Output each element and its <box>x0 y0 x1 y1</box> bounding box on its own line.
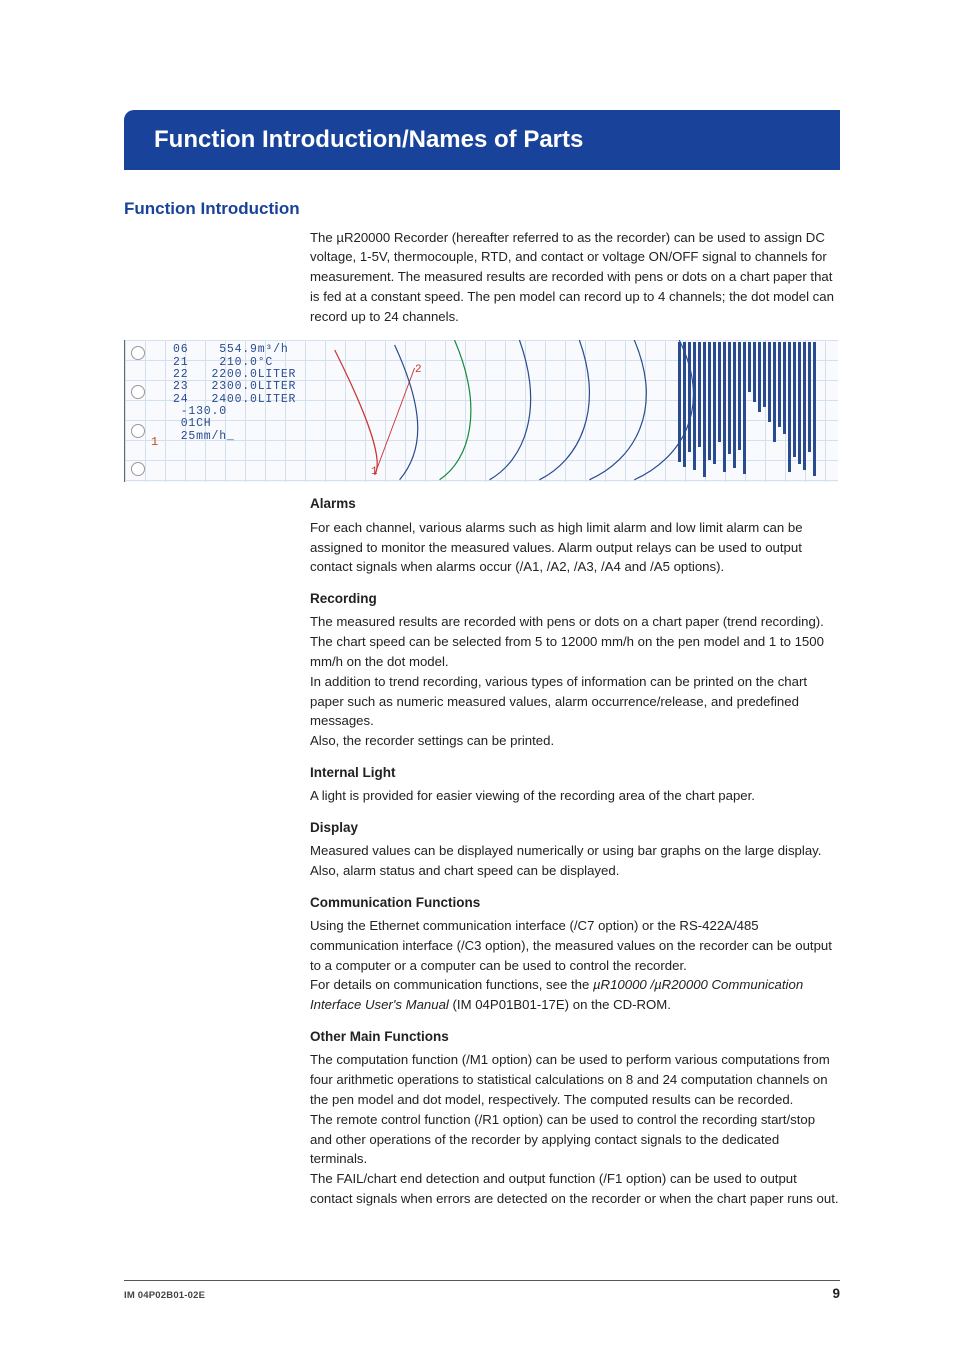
section-other-main-functions: Other Main Functions The computation fun… <box>310 1027 840 1209</box>
heading-display: Display <box>310 818 840 838</box>
heading-recording: Recording <box>310 589 840 609</box>
body-text: Using the Ethernet communication interfa… <box>310 916 840 975</box>
heading-other-main-functions: Other Main Functions <box>310 1027 840 1047</box>
section-recording: Recording The measured results are recor… <box>310 589 840 751</box>
heading-communication-functions: Communication Functions <box>310 893 840 913</box>
body-text: The measured results are recorded with p… <box>310 612 840 671</box>
page: Function Introduction/Names of Parts Fun… <box>0 0 954 1350</box>
body-text: Measured values can be displayed numeric… <box>310 841 840 881</box>
page-title-banner: Function Introduction/Names of Parts <box>124 110 840 170</box>
section-display: Display Measured values can be displayed… <box>310 818 840 881</box>
text-run: (IM 04P01B01-17E) on the CD-ROM. <box>449 997 671 1012</box>
heading-alarms: Alarms <box>310 494 840 514</box>
body-text: In addition to trend recording, various … <box>310 672 840 731</box>
body-text: For details on communication functions, … <box>310 975 840 1015</box>
body-text: The computation function (/M1 option) ca… <box>310 1050 840 1109</box>
section-communication-functions: Communication Functions Using the Ethern… <box>310 893 840 1015</box>
recorded-bars-icon <box>678 342 838 482</box>
body-text: The remote control function (/R1 option)… <box>310 1110 840 1169</box>
section-internal-light: Internal Light A light is provided for e… <box>310 763 840 806</box>
body-text: A light is provided for easier viewing o… <box>310 786 840 806</box>
heading-internal-light: Internal Light <box>310 763 840 783</box>
intro-paragraph: The µR20000 Recorder (hereafter referred… <box>310 228 840 327</box>
section-heading-function-introduction: Function Introduction <box>124 196 840 222</box>
text-run: For details on communication functions, … <box>310 977 593 992</box>
section-alarms: Alarms For each channel, various alarms … <box>310 494 840 577</box>
page-footer: IM 04P02B01-02E 9 <box>124 1280 840 1304</box>
body-text: Also, the recorder settings can be print… <box>310 731 840 751</box>
footer-page-number: 9 <box>832 1284 840 1304</box>
body-text: For each channel, various alarms such as… <box>310 518 840 577</box>
body-text: The FAIL/chart end detection and output … <box>310 1169 840 1209</box>
chart-sample-figure: 06 554.9m³/h 21 210.0°C 22 2200.0LITER 2… <box>124 340 838 482</box>
footer-doc-id: IM 04P02B01-02E <box>124 1289 205 1303</box>
